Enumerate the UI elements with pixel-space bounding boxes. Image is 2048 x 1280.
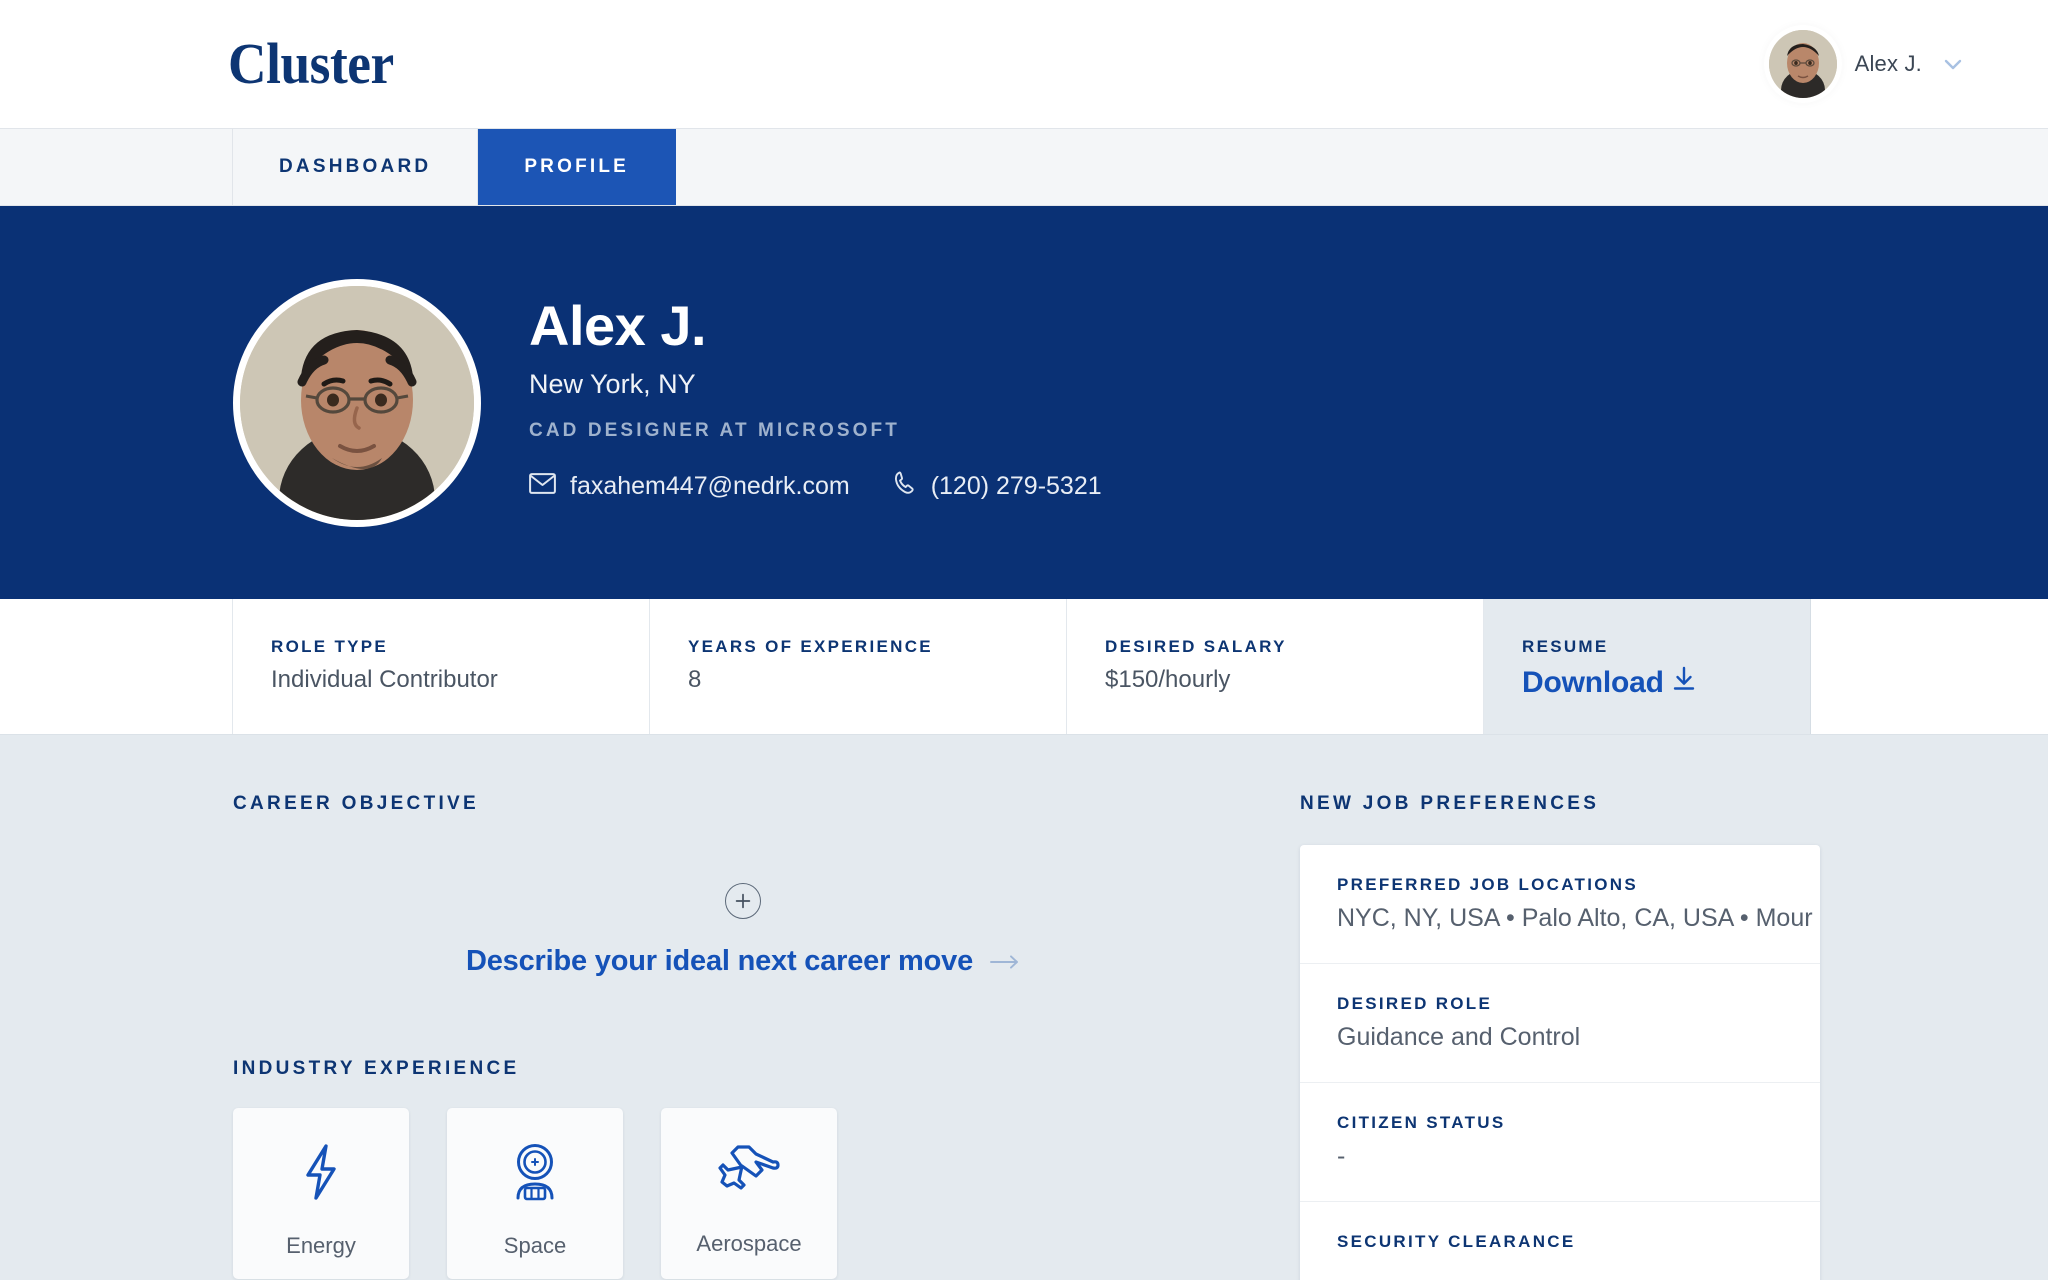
contact-phone[interactable]: (120) 279-5321 [892, 470, 1102, 502]
page-title: Alex J. [529, 293, 707, 357]
industry-card-energy[interactable]: Energy [233, 1108, 409, 1279]
stat-resume: RESUME Download [1484, 599, 1811, 734]
profile-avatar [233, 278, 481, 527]
stat-resume-label: RESUME [1522, 637, 1609, 656]
pref-row-citizen-status[interactable]: CITIZEN STATUS - [1300, 1083, 1820, 1202]
pref-row-security-clearance[interactable]: SECURITY CLEARANCE [1300, 1202, 1820, 1280]
pref-citizen-status-label: CITIZEN STATUS [1337, 1113, 1506, 1132]
avatar-photo [1768, 30, 1837, 98]
lightning-bolt-icon [295, 1142, 347, 1207]
career-objective-heading: CAREER OBJECTIVE [233, 793, 480, 814]
right-column: NEW JOB PREFERENCES PREFERRED JOB LOCATI… [1300, 793, 1820, 1280]
plus-circle-icon[interactable] [725, 883, 761, 919]
stats-right-pad [1811, 599, 2048, 734]
arrow-right-icon [990, 945, 1020, 978]
avatar [1768, 30, 1837, 98]
pref-row-locations[interactable]: PREFERRED JOB LOCATIONS NYC, NY, USA • P… [1300, 845, 1820, 964]
tab-bar-spacer [0, 129, 233, 205]
astronaut-icon [507, 1142, 563, 1207]
profile-headline: CAD DESIGNER AT MICROSOFT [529, 420, 900, 442]
stat-role-type-value: Individual Contributor [271, 666, 498, 693]
user-menu[interactable]: Alex J. [1768, 30, 1966, 98]
resume-download-button[interactable]: Download [1522, 666, 1696, 700]
contact-email-text: faxahem447@nedrk.com [570, 471, 850, 500]
profile-stats-bar: ROLE TYPE Individual Contributor YEARS O… [0, 599, 2048, 735]
describe-career-move-label: Describe your ideal next career move [466, 945, 973, 977]
stat-desired-salary: DESIRED SALARY $150/hourly [1067, 599, 1484, 734]
brand-logo[interactable]: Cluster [228, 35, 394, 93]
pref-citizen-status-value: - [1337, 1142, 1346, 1170]
contact-phone-text: (120) 279-5321 [930, 471, 1102, 500]
industry-card-aerospace-label: Aerospace [696, 1231, 802, 1256]
stat-years-experience: YEARS OF EXPERIENCE 8 [650, 599, 1067, 734]
stat-years-experience-label: YEARS OF EXPERIENCE [688, 637, 933, 656]
describe-career-move-button[interactable]: Describe your ideal next career move [466, 945, 1020, 978]
profile-hero-info: Alex J. New York, NY CAD DESIGNER AT MIC… [529, 293, 1102, 509]
stat-role-type: ROLE TYPE Individual Contributor [233, 599, 650, 734]
phone-icon [892, 470, 917, 502]
pref-desired-role-value: Guidance and Control [1337, 1023, 1581, 1051]
pref-desired-role-label: DESIRED ROLE [1337, 994, 1493, 1013]
download-icon [1672, 666, 1696, 700]
chevron-down-icon[interactable] [1940, 51, 1966, 77]
stat-years-experience-value: 8 [688, 666, 702, 693]
profile-location: New York, NY [529, 369, 696, 400]
job-preferences-heading: NEW JOB PREFERENCES [1300, 793, 1600, 814]
resume-download-label: Download [1522, 666, 1664, 699]
tab-profile[interactable]: PROFILE [478, 129, 677, 205]
pref-locations-value: NYC, NY, USA • Palo Alto, CA, USA • Mour [1337, 904, 1813, 932]
stat-role-type-label: ROLE TYPE [271, 637, 389, 656]
profile-avatar-photo [240, 285, 474, 520]
profile-hero: Alex J. New York, NY CAD DESIGNER AT MIC… [0, 206, 2048, 599]
job-preferences-card: PREFERRED JOB LOCATIONS NYC, NY, USA • P… [1300, 845, 1820, 1280]
tab-bar: DASHBOARD PROFILE [0, 128, 2048, 206]
industry-card-aerospace[interactable]: Aerospace [661, 1108, 837, 1279]
industry-card-space[interactable]: Space [447, 1108, 623, 1279]
user-menu-label: Alex J. [1854, 51, 1922, 76]
industry-card-space-label: Space [503, 1233, 567, 1258]
main-content: CAREER OBJECTIVE Describe your ideal nex… [0, 735, 2048, 1280]
pref-locations-label: PREFERRED JOB LOCATIONS [1337, 875, 1638, 894]
industry-experience-heading: INDUSTRY EXPERIENCE [233, 1058, 520, 1079]
tab-dashboard[interactable]: DASHBOARD [233, 129, 479, 205]
industry-experience-cards: Energy Space Aerospace [233, 1108, 1253, 1279]
left-column: CAREER OBJECTIVE Describe your ideal nex… [233, 793, 1253, 1280]
profile-contacts: faxahem447@nedrk.com (120) 279-5321 [529, 470, 1102, 502]
top-bar: Cluster Alex J. [0, 0, 2048, 128]
industry-card-energy-label: Energy [286, 1233, 356, 1258]
stats-left-pad [0, 599, 233, 734]
pref-security-clearance-label: SECURITY CLEARANCE [1337, 1232, 1576, 1251]
stat-desired-salary-value: $150/hourly [1105, 666, 1231, 693]
envelope-icon [529, 472, 556, 501]
stat-desired-salary-label: DESIRED SALARY [1105, 637, 1287, 656]
pref-row-desired-role[interactable]: DESIRED ROLE Guidance and Control [1300, 964, 1820, 1083]
career-objective-empty-state: Describe your ideal next career move [233, 825, 1253, 1012]
airplane-icon [718, 1142, 780, 1205]
contact-email[interactable]: faxahem447@nedrk.com [529, 472, 850, 501]
